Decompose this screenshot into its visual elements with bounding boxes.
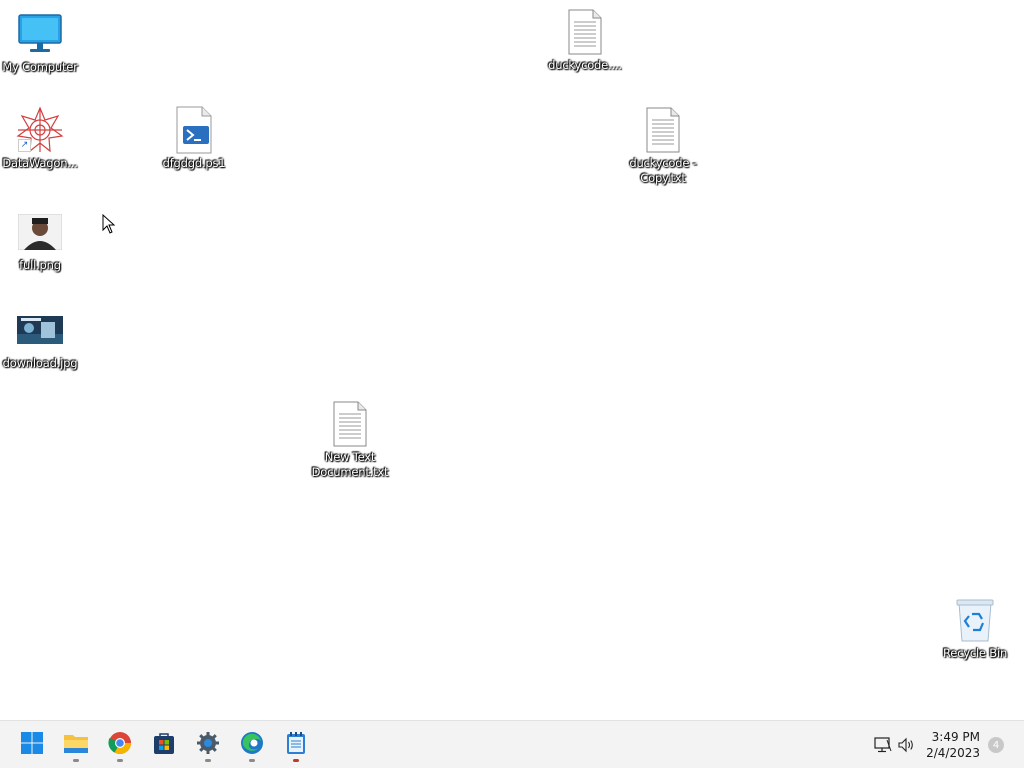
clock-time: 3:49 PM: [931, 730, 980, 744]
notepad-icon: [285, 731, 307, 759]
windows-start-icon: [20, 731, 44, 759]
recycle-bin-icon: [951, 596, 999, 644]
desktop-icon-label: My Computer: [2, 60, 78, 74]
gear-icon: [196, 731, 220, 759]
taskbar-chrome-button[interactable]: [102, 727, 138, 763]
volume-icon[interactable]: [898, 737, 916, 757]
running-indicator: [205, 759, 211, 762]
desktop-icon-label: DataWagon...: [2, 156, 78, 170]
taskbar-file-explorer-button[interactable]: [58, 727, 94, 763]
notification-badge[interactable]: 4: [988, 737, 1004, 753]
desktop-icon-datawagon[interactable]: ↗ DataWagon...: [0, 106, 80, 171]
desktop-icon-label: duckycode....: [548, 58, 622, 72]
clock-date: 2/4/2023: [926, 746, 980, 760]
desktop-icon-label: full.png: [19, 258, 61, 272]
desktop-icon-recycle-bin[interactable]: Recycle Bin: [935, 596, 1015, 661]
shortcut-arrow-icon: ↗: [18, 139, 31, 152]
desktop-icon-duckycode-copy[interactable]: duckycode - Copy.txt: [623, 106, 703, 186]
start-button[interactable]: [14, 727, 50, 763]
desktop-icon-label: Recycle Bin: [942, 646, 1008, 660]
file-explorer-icon: [63, 732, 89, 758]
network-icon[interactable]: [874, 737, 892, 757]
running-indicator: [293, 759, 299, 762]
store-icon: [152, 731, 176, 759]
desktop-icon-full-png[interactable]: full.png: [0, 208, 80, 273]
clock[interactable]: 3:49 PM 2/4/2023: [926, 729, 980, 761]
monitor-icon: [16, 10, 64, 58]
taskbar-settings-button[interactable]: [190, 727, 226, 763]
text-file-icon: [561, 8, 609, 56]
powershell-script-icon: [170, 106, 218, 154]
running-indicator: [249, 759, 255, 762]
desktop-icon-my-computer[interactable]: My Computer: [0, 10, 80, 75]
running-indicator: [117, 759, 123, 762]
taskbar: 3:49 PM 2/4/2023 4: [0, 720, 1024, 768]
image-thumbnail-icon: [16, 208, 64, 256]
text-file-icon: [326, 400, 374, 448]
desktop-icon-duckycode[interactable]: duckycode....: [545, 8, 625, 73]
desktop-icon-dfgdgd-ps1[interactable]: dfgdgd.ps1: [154, 106, 234, 171]
datawagon-app-icon: ↗: [16, 106, 64, 154]
desktop-icon-label: download.jpg: [2, 356, 78, 370]
chrome-icon: [108, 731, 132, 759]
desktop-icon-download-jpg[interactable]: download.jpg: [0, 306, 80, 371]
desktop-icon-label: duckycode - Copy.txt: [629, 156, 697, 185]
edge-icon: [240, 731, 264, 759]
text-file-icon: [639, 106, 687, 154]
taskbar-store-button[interactable]: [146, 727, 182, 763]
mouse-cursor-icon: [102, 213, 116, 238]
taskbar-notepad-button[interactable]: [278, 727, 314, 763]
running-indicator: [73, 759, 79, 762]
image-thumbnail-icon: [16, 306, 64, 354]
desktop-icon-label: New Text Document.txt: [311, 450, 389, 479]
desktop-icon-label: dfgdgd.ps1: [162, 156, 226, 170]
desktop-icon-new-text-document[interactable]: New Text Document.txt: [310, 400, 390, 480]
desktop[interactable]: My Computer ↗ DataWagon... dfgdgd.ps1 fu…: [0, 0, 1024, 720]
taskbar-edge-button[interactable]: [234, 727, 270, 763]
